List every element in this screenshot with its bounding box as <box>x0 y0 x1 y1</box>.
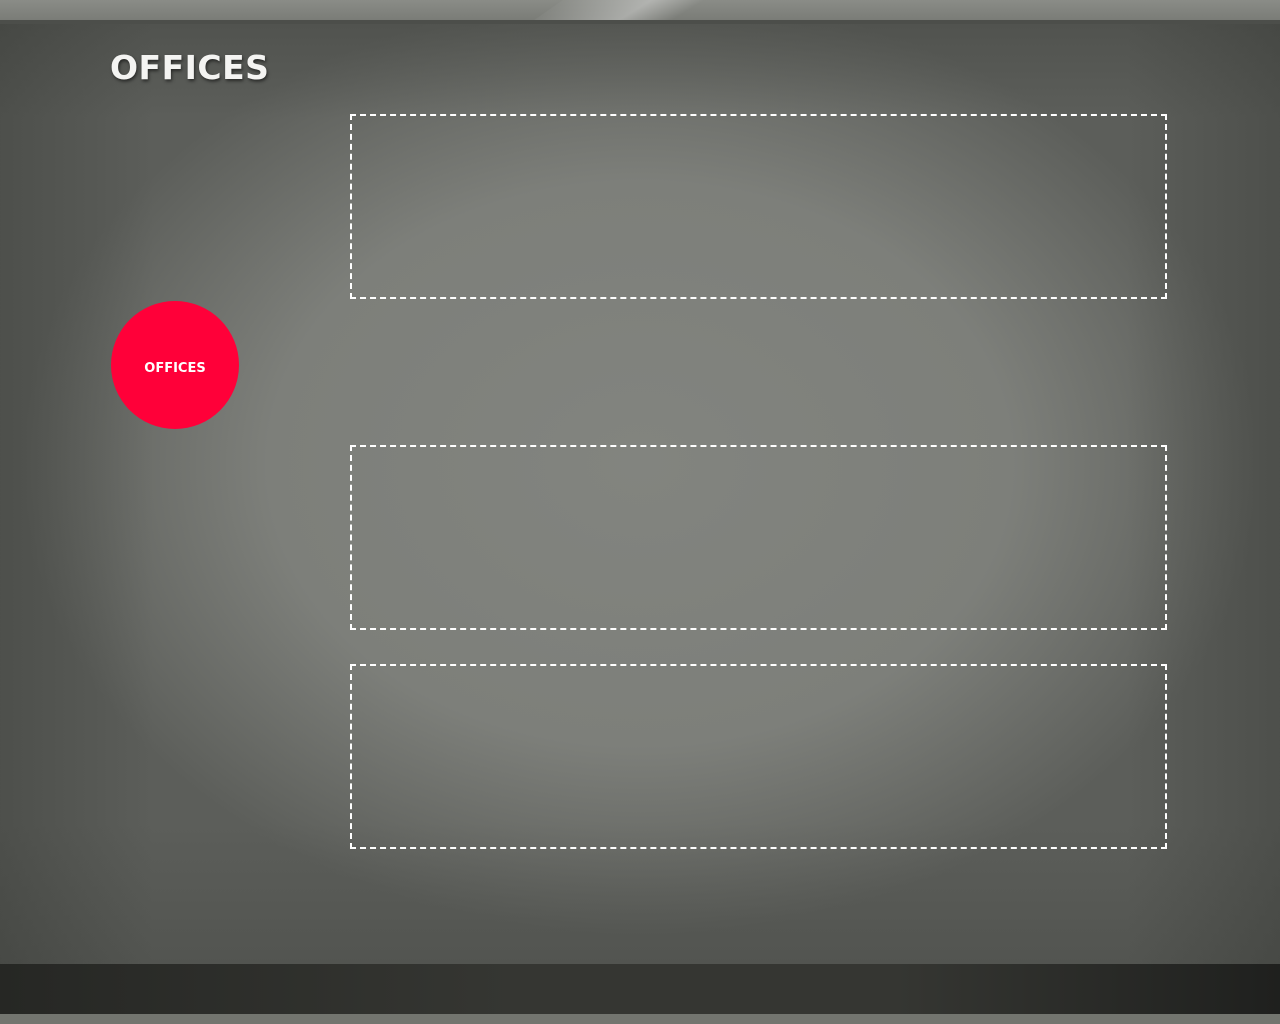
offices-circle-badge[interactable]: OFFICES <box>111 301 239 429</box>
top-gloss-highlight <box>520 0 820 20</box>
footer-strip <box>0 1014 1280 1024</box>
content-placeholder-2[interactable] <box>350 445 1167 630</box>
page-title: OFFICES <box>110 48 270 87</box>
content-placeholder-1[interactable] <box>350 114 1167 299</box>
content-placeholder-3[interactable] <box>350 664 1167 849</box>
badge-label: OFFICES <box>144 360 206 376</box>
footer-band <box>0 964 1280 1014</box>
top-band <box>0 0 1280 20</box>
